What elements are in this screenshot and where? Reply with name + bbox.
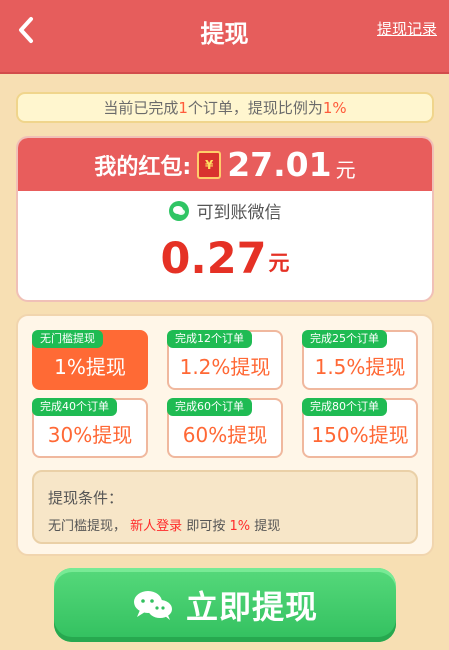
red-packet-card: 我的红包: ¥ 27.01 元 可到账微信 0.27 元 — [16, 136, 434, 302]
option-5-tag: 完成60个订单 — [167, 398, 252, 416]
withdraw-amount: 0.27 元 — [18, 232, 432, 286]
conditions-title: 提现条件： — [48, 489, 124, 507]
red-packet-label: 我的红包: — [94, 154, 192, 180]
option-2-tag: 完成12个订单 — [167, 330, 252, 348]
red-packet-header: 我的红包: ¥ 27.01 元 — [18, 138, 432, 191]
option-4[interactable]: 完成40个订单 30%提现 — [32, 398, 148, 458]
conditions-part5: 提现 — [254, 519, 281, 534]
option-4-text: 30%提现 — [47, 423, 133, 447]
red-packet-amount: 27.01 — [227, 145, 332, 184]
option-5[interactable]: 完成60个订单 60%提现 — [167, 398, 283, 458]
wechat-destination: 可到账微信 — [18, 198, 432, 223]
option-3-text: 1.5%提现 — [314, 355, 406, 379]
notice-middle: 个订单，提现比例为 — [187, 99, 323, 117]
conditions-part3: 即可按 — [186, 519, 226, 534]
conditions-part4: 1% — [229, 519, 251, 534]
conditions-line: 无门槛提现， 新人登录 即可按 1% 提现 — [48, 515, 280, 534]
option-6-tag: 完成80个订单 — [302, 398, 387, 416]
conditions-part1: 无门槛提现， — [48, 519, 127, 534]
top-header: 提现 提现记录 — [0, 0, 449, 74]
wechat-icon — [132, 588, 174, 622]
withdraw-now-label: 立即提现 — [185, 588, 318, 626]
option-6[interactable]: 完成80个订单 150%提现 — [302, 398, 418, 458]
withdraw-record-link[interactable]: 提现记录 — [377, 18, 437, 39]
withdraw-now-button[interactable]: 立即提现 — [54, 568, 396, 642]
withdraw-value: 0.27 — [160, 234, 267, 284]
withdraw-rate: 1% — [322, 98, 347, 117]
option-1[interactable]: 无门槛提现 1%提现 — [32, 330, 148, 390]
option-1-tag: 无门槛提现 — [32, 330, 103, 348]
notice-prefix: 当前已完成 — [103, 99, 179, 117]
conditions-part2: 新人登录 — [130, 519, 183, 534]
withdraw-conditions: 提现条件： 无门槛提现， 新人登录 即可按 1% 提现 — [32, 470, 418, 544]
withdraw-unit: 元 — [268, 251, 290, 275]
order-count: 1 — [178, 98, 188, 117]
progress-notice: 当前已完成 1 个订单，提现比例为 1% — [16, 92, 434, 123]
option-6-text: 150%提现 — [311, 423, 409, 447]
option-5-text: 60%提现 — [182, 423, 268, 447]
red-packet-unit: 元 — [335, 158, 356, 182]
option-3-tag: 完成25个订单 — [302, 330, 387, 348]
option-2[interactable]: 完成12个订单 1.2%提现 — [167, 330, 283, 390]
option-3[interactable]: 完成25个订单 1.5%提现 — [302, 330, 418, 390]
option-4-tag: 完成40个订单 — [32, 398, 117, 416]
wechat-icon — [168, 200, 189, 221]
option-1-text: 1%提现 — [54, 355, 126, 379]
option-2-text: 1.2%提现 — [179, 355, 271, 379]
wechat-text: 可到账微信 — [196, 203, 282, 223]
red-envelope-icon: ¥ — [197, 150, 222, 179]
